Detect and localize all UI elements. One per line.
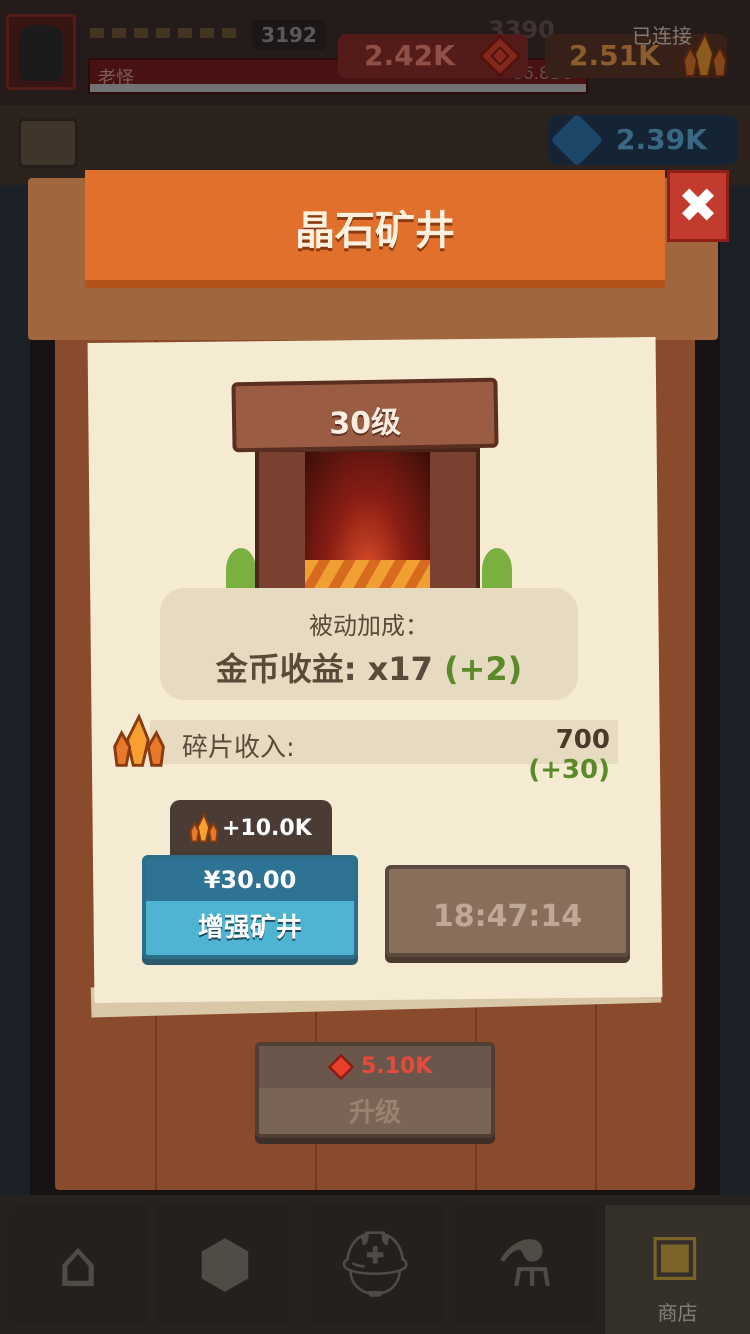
bonus-line: 金币收益: x17 (+2) — [160, 644, 578, 690]
modal-title: 晶石矿井 — [295, 208, 455, 254]
mine-level-sign: 30级 — [231, 377, 499, 453]
crystal-icon — [189, 812, 219, 843]
cooldown-timer: 18:47:14 — [432, 899, 583, 934]
mine-level: 30级 — [328, 405, 402, 442]
upgrade-button[interactable]: 5.10K 升级 — [255, 1042, 495, 1138]
reward-amount: +10.0K — [222, 816, 312, 841]
bonus-increase: (+2) — [443, 650, 523, 688]
price-label: ¥30.00 — [146, 859, 354, 901]
reward-tab: +10.0K — [170, 800, 332, 860]
income-label: 碎片收入: — [182, 733, 295, 763]
income-increase: (+30) — [528, 755, 610, 785]
grass-decoration — [482, 548, 512, 592]
upgrade-label: 升级 — [348, 1098, 401, 1128]
boost-mine-button[interactable]: ¥30.00 增强矿井 — [142, 855, 358, 959]
bonus-value: x17 — [367, 650, 433, 688]
close-button[interactable]: ✖ — [667, 170, 729, 242]
upgrade-cost: 5.10K — [361, 1054, 433, 1079]
boost-mine-label: 增强矿井 — [197, 913, 302, 943]
crystal-icon — [113, 713, 165, 767]
grass-decoration — [226, 548, 256, 592]
cooldown-timer-button[interactable]: 18:47:14 — [385, 865, 630, 957]
income-value: 700 — [555, 725, 610, 755]
title-banner: 晶石矿井 — [85, 170, 665, 280]
red-gem-icon — [327, 1053, 355, 1081]
bonus-title: 被动加成： — [309, 612, 429, 640]
income-amount: 700 (+30) — [470, 725, 610, 785]
bonus-label: 金币收益: — [215, 650, 357, 688]
